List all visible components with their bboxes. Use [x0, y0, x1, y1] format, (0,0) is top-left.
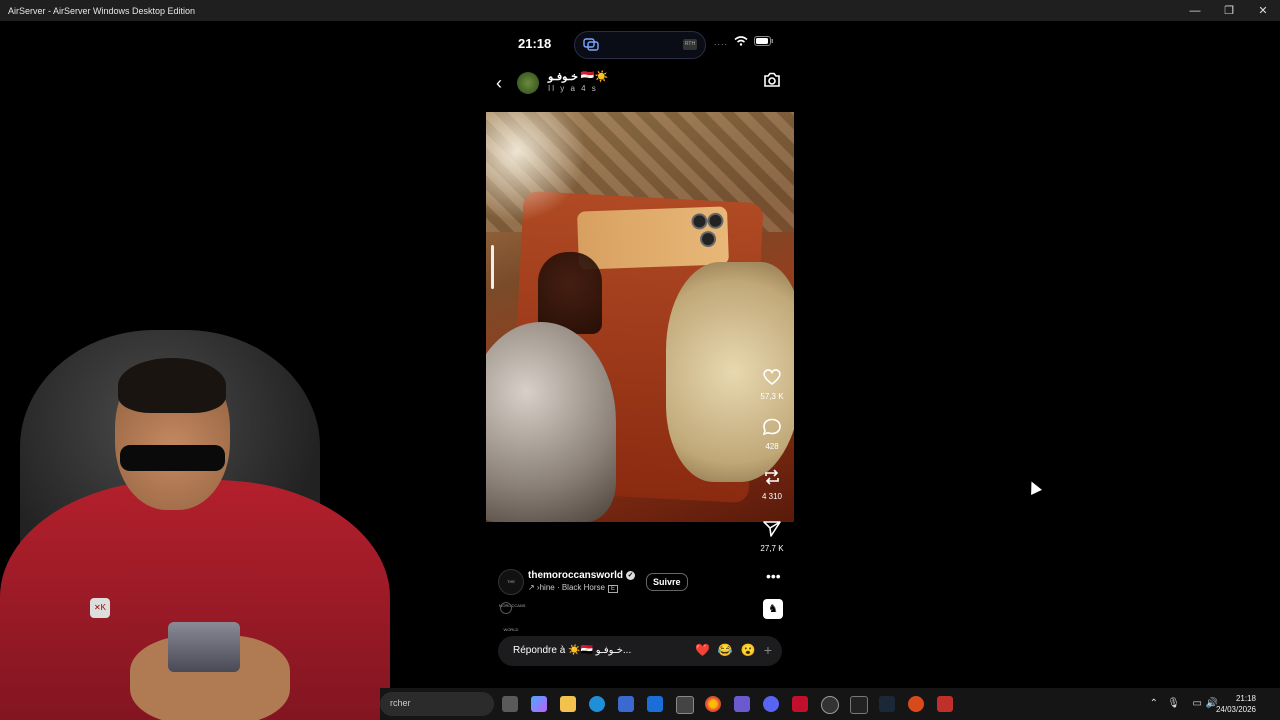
story-media[interactable] — [486, 112, 794, 522]
send-icon — [763, 521, 781, 537]
dynamic-island: RTH — [574, 31, 706, 59]
story-time: Il y a 4 s — [548, 84, 598, 93]
add-reaction-icon[interactable]: + — [764, 643, 772, 657]
microphone-icon[interactable]: 🎙 — [1167, 698, 1180, 709]
wow-reaction[interactable]: 😮 — [741, 643, 756, 657]
minimize-button[interactable]: — — [1178, 0, 1212, 21]
person-hair — [118, 358, 226, 413]
file-explorer-icon[interactable] — [560, 696, 576, 712]
app-icon[interactable] — [850, 696, 868, 714]
window-title: AirServer - AirServer Windows Desktop Ed… — [8, 5, 196, 16]
edge-icon[interactable] — [589, 696, 605, 712]
story-username[interactable]: خـوفـو 🇪🇬☀️ — [548, 70, 608, 83]
clock-time: 21:18 — [1235, 694, 1256, 703]
follow-button[interactable]: Suivre — [646, 573, 688, 591]
outlook-icon[interactable] — [647, 696, 663, 712]
app-icon-3[interactable] — [937, 696, 953, 712]
story-header: ‹ خـوفـو 🇪🇬☀️ Il y a 4 s — [486, 68, 794, 102]
camera-lens — [691, 213, 708, 230]
signal-dots: .... — [714, 37, 729, 47]
clock-date: 24/03/2026 — [1215, 705, 1256, 714]
adobe-icon[interactable] — [792, 696, 808, 712]
scroll-indicator — [491, 245, 494, 289]
account-name[interactable]: themoroccansworld ✓ — [528, 570, 636, 581]
jacket-logo: ✕K — [90, 598, 110, 618]
heart-reaction[interactable]: ❤️ — [695, 643, 710, 657]
heart-icon — [763, 369, 781, 386]
chevron-left-icon[interactable]: ‹ — [496, 73, 502, 94]
post-footer: THE MOROCCANS WORLD themoroccansworld ✓ ↗… — [486, 567, 794, 632]
account-avatar[interactable]: THE MOROCCANS WORLD — [498, 569, 525, 632]
store-icon[interactable] — [618, 696, 634, 712]
handheld-phone — [168, 622, 240, 672]
copilot-icon[interactable] — [531, 696, 547, 712]
network-icon[interactable]: ▭ — [1193, 698, 1202, 709]
audio-icon[interactable] — [500, 602, 512, 614]
verified-icon: ✓ — [626, 570, 636, 580]
phone-mirror: 21:18 RTH .... ‹ خـوفـو 🇪🇬☀️ Il y a 4 s — [486, 22, 794, 682]
sunglasses — [120, 445, 225, 471]
status-icons — [734, 36, 774, 46]
account-name-text: themoroccansworld — [528, 570, 624, 581]
share-action[interactable]: 27,7 K — [750, 520, 794, 553]
music-label: ↗ ›hine · Black Horse — [528, 583, 605, 592]
discord-icon[interactable] — [763, 696, 779, 712]
taskbar-search[interactable]: rcher — [380, 692, 494, 716]
reply-bar[interactable]: Répondre à ☀️🇪🇬 خـوفـو... ❤️ 😂 😮 + — [498, 636, 782, 666]
search-text: rcher — [390, 698, 411, 708]
game-icon[interactable] — [734, 696, 750, 712]
music-info[interactable]: ↗ ›hine · Black Horse E — [528, 583, 618, 593]
comment-count: 428 — [765, 442, 779, 451]
more-options-icon[interactable]: ••• — [766, 568, 781, 584]
phone-status-time: 21:18 — [518, 36, 552, 51]
task-view-icon[interactable] — [502, 696, 518, 712]
webcam-overlay: ✕K — [0, 330, 390, 720]
share-count: 27,7 K — [760, 544, 784, 553]
like-action[interactable]: 57,3 K — [750, 368, 794, 401]
gold-phone — [577, 206, 729, 270]
chevron-up-icon[interactable]: ⌃ — [1150, 698, 1158, 709]
quick-reactions: ❤️ 😂 😮 + — [695, 643, 772, 657]
obs-icon[interactable] — [821, 696, 839, 714]
sticker-icon[interactable]: ♞ — [763, 599, 783, 619]
repost-count: 4 310 — [761, 492, 783, 501]
window-titlebar: AirServer - AirServer Windows Desktop Ed… — [0, 0, 1280, 21]
like-count: 57,3 K — [760, 392, 784, 401]
camera-icon[interactable] — [763, 72, 781, 88]
taskbar-clock[interactable]: 21:18 24/03/2026 — [1216, 693, 1256, 715]
chrome-icon[interactable] — [705, 696, 721, 712]
comment-action[interactable]: 428 — [750, 418, 794, 451]
camera-lens — [699, 230, 717, 248]
restore-button[interactable]: ❐ — [1212, 0, 1246, 21]
taskbar: rcher ⌃ 🎙 ▭ 🔊 21:18 24/03/2026 — [380, 688, 1280, 720]
steam-icon[interactable] — [879, 696, 895, 712]
comment-icon — [762, 418, 781, 436]
explicit-badge: E — [607, 585, 618, 593]
repost-action[interactable]: 4 310 — [750, 468, 794, 501]
avatar[interactable] — [517, 72, 539, 94]
repost-icon — [765, 469, 779, 485]
close-button[interactable]: ✕ — [1246, 0, 1280, 21]
app-icon-2[interactable] — [908, 696, 924, 712]
island-badge: RTH — [683, 39, 697, 50]
screen-mirror-icon — [583, 38, 599, 51]
window-controls: — ❐ ✕ — [1178, 0, 1280, 21]
laugh-reaction[interactable]: 😂 — [718, 643, 733, 657]
reply-input[interactable]: Répondre à ☀️🇪🇬 خـوفـو... — [513, 645, 631, 656]
battery-icon — [754, 36, 773, 46]
mouse-cursor-icon — [1026, 479, 1042, 495]
camera-lens — [707, 212, 724, 230]
wifi-icon — [734, 36, 748, 46]
airserver-icon[interactable] — [676, 696, 694, 714]
